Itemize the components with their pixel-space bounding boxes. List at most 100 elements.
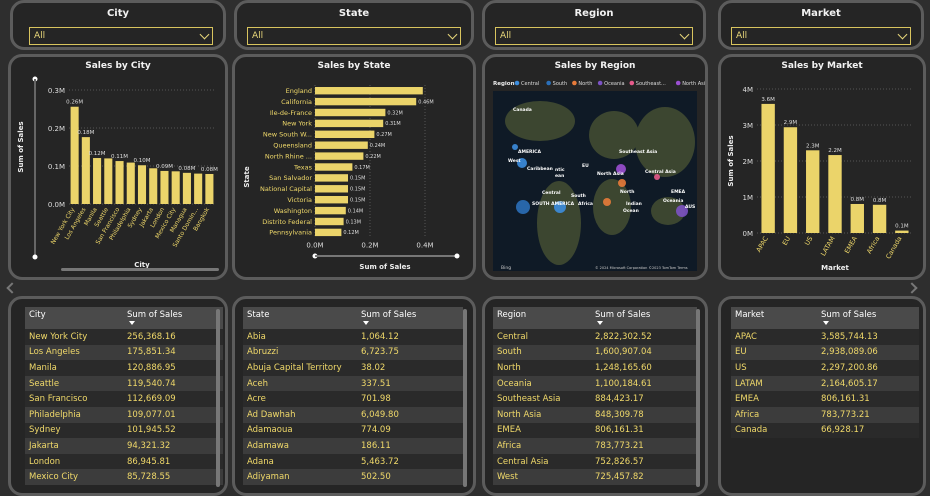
- left-arrow-icon[interactable]: [6, 282, 18, 294]
- bar[interactable]: [315, 185, 348, 193]
- table-row[interactable]: Adana 5,463.72: [243, 453, 463, 470]
- bar[interactable]: [315, 87, 423, 95]
- region-map[interactable]: Region Central South North Oceania Southeast.…: [485, 57, 705, 277]
- state-dropdown[interactable]: All: [247, 27, 461, 45]
- table-row[interactable]: Manila 120,886.95: [25, 360, 223, 376]
- column-header[interactable]: Sum of Sales: [123, 307, 186, 329]
- region-bubble[interactable]: [516, 200, 530, 214]
- zoom-handle[interactable]: [454, 253, 460, 259]
- table-row[interactable]: San Francisco 112,669.09: [25, 391, 223, 407]
- column-header[interactable]: Market: [731, 307, 817, 329]
- bar[interactable]: [315, 141, 368, 149]
- table-row[interactable]: West 725,457.82: [493, 469, 697, 485]
- table-row[interactable]: Central Asia 752,826.57: [493, 453, 697, 470]
- bar[interactable]: [160, 170, 169, 204]
- table-row[interactable]: London 86,945.81: [25, 453, 223, 470]
- table-row[interactable]: Canada 66,928.17: [731, 422, 919, 439]
- bar[interactable]: [115, 161, 124, 204]
- bar[interactable]: [315, 130, 375, 138]
- table-row[interactable]: APAC 3,585,744.13: [731, 329, 919, 345]
- market-dropdown[interactable]: All: [731, 27, 911, 45]
- right-arrow-icon[interactable]: [906, 282, 918, 294]
- table-row[interactable]: Jakarta 94,321.32: [25, 438, 223, 454]
- table-row[interactable]: Southeast Asia 884,423.17: [493, 391, 697, 407]
- scrollbar[interactable]: [463, 309, 467, 487]
- zoom-handle[interactable]: [32, 254, 38, 260]
- table-row[interactable]: Adamaoua 774.09: [243, 422, 463, 439]
- column-header[interactable]: Sum of Sales: [357, 307, 420, 329]
- bar[interactable]: [806, 150, 820, 233]
- bar[interactable]: [126, 162, 135, 204]
- bar[interactable]: [872, 204, 887, 233]
- bar[interactable]: [70, 106, 79, 204]
- bar[interactable]: [315, 174, 348, 182]
- table-row[interactable]: Central 2,822,302.52: [493, 329, 697, 345]
- bar[interactable]: [895, 230, 909, 233]
- bar[interactable]: [315, 97, 417, 106]
- city-dropdown[interactable]: All: [29, 27, 213, 45]
- legend-item[interactable]: Central: [521, 81, 539, 87]
- table-row[interactable]: LATAM 2,164,605.17: [731, 375, 919, 392]
- column-header[interactable]: City: [25, 307, 123, 329]
- legend-item[interactable]: South: [553, 81, 568, 87]
- bar[interactable]: [205, 173, 214, 204]
- table-row[interactable]: Adiyaman 502.50: [243, 469, 463, 485]
- table-row[interactable]: Adamawa 186.11: [243, 438, 463, 454]
- bar[interactable]: [850, 203, 864, 233]
- bar[interactable]: [828, 155, 842, 233]
- table-row[interactable]: Mexico City 85,728.55: [25, 469, 223, 485]
- table-row[interactable]: Acre 701.98: [243, 391, 463, 407]
- table-row[interactable]: North 1,248,165.60: [493, 360, 697, 376]
- bar[interactable]: [315, 119, 384, 128]
- bar[interactable]: [315, 163, 353, 171]
- bar[interactable]: [783, 127, 798, 233]
- table-row[interactable]: North Asia 848,309.78: [493, 406, 697, 423]
- region-bubble[interactable]: [603, 198, 611, 206]
- table-row[interactable]: EMEA 806,161.31: [731, 391, 919, 407]
- table-row[interactable]: Abuja Capital Territory 38.02: [243, 360, 463, 376]
- table-row[interactable]: Aceh 337.51: [243, 375, 463, 392]
- table-row[interactable]: Sydney 101,945.52: [25, 422, 223, 439]
- column-header[interactable]: State: [243, 307, 357, 329]
- legend-item[interactable]: North: [578, 81, 592, 87]
- region-bubble[interactable]: [618, 179, 626, 187]
- bar[interactable]: [315, 206, 346, 215]
- table-row[interactable]: Abia 1,064.12: [243, 329, 463, 345]
- bar[interactable]: [182, 172, 191, 204]
- bar[interactable]: [761, 103, 775, 234]
- table-row[interactable]: New York City 256,368.16: [25, 329, 223, 345]
- table-row[interactable]: EMEA 806,161.31: [493, 422, 697, 439]
- bar[interactable]: [137, 165, 147, 204]
- table-row[interactable]: Abruzzi 6,723.75: [243, 344, 463, 361]
- bar[interactable]: [315, 217, 344, 226]
- bar[interactable]: [81, 137, 90, 204]
- table-row[interactable]: South 1,600,907.04: [493, 344, 697, 361]
- table-row[interactable]: Ad Dawhah 6,049.80: [243, 406, 463, 423]
- table-row[interactable]: EU 2,938,089.06: [731, 344, 919, 361]
- bar[interactable]: [315, 108, 386, 117]
- horizontal-scrollbar[interactable]: [61, 268, 219, 271]
- bar[interactable]: [171, 171, 180, 204]
- bar[interactable]: [104, 158, 113, 204]
- region-dropdown[interactable]: All: [495, 27, 693, 45]
- table-row[interactable]: Philadelphia 109,077.01: [25, 406, 223, 423]
- bar[interactable]: [194, 173, 203, 204]
- table-row[interactable]: Oceania 1,100,184.61: [493, 375, 697, 392]
- table-row[interactable]: Los Angeles 175,851.34: [25, 344, 223, 361]
- bar[interactable]: [315, 228, 342, 237]
- scrollbar[interactable]: [216, 309, 220, 487]
- bar[interactable]: [93, 158, 102, 204]
- scrollbar[interactable]: [696, 309, 700, 487]
- column-header[interactable]: Sum of Sales: [591, 307, 654, 329]
- table-row[interactable]: Seattle 119,540.74: [25, 375, 223, 392]
- legend-item[interactable]: North Asia: [682, 81, 705, 87]
- table-row[interactable]: US 2,297,200.86: [731, 360, 919, 376]
- bar[interactable]: [149, 168, 158, 204]
- bar[interactable]: [315, 196, 348, 204]
- table-row[interactable]: Africa 783,773.21: [493, 438, 697, 454]
- legend-item[interactable]: Oceania: [604, 81, 624, 87]
- column-header[interactable]: Region: [493, 307, 591, 329]
- column-header[interactable]: Sum of Sales: [817, 307, 880, 329]
- bar[interactable]: [315, 152, 364, 160]
- legend-item[interactable]: Southeast...: [636, 81, 666, 87]
